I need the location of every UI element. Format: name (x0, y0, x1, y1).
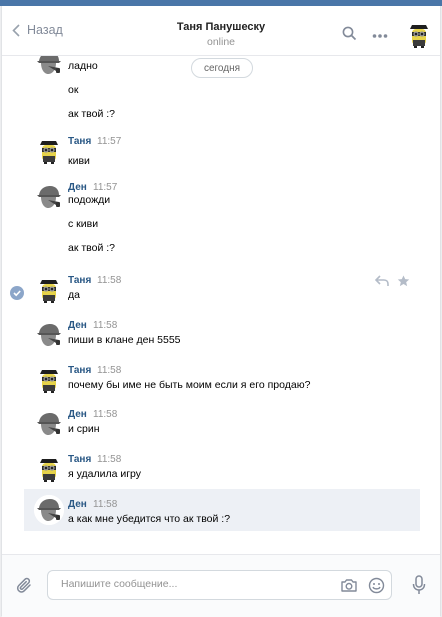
check-icon (13, 290, 21, 297)
message-text: подожди (68, 194, 111, 206)
message-time[interactable]: 11:58 (93, 499, 117, 510)
message[interactable]: ладно ок ак твой :? (24, 44, 420, 128)
smile-icon[interactable] (368, 577, 385, 597)
message-time[interactable]: 11:57 (97, 136, 121, 147)
message-highlighted[interactable]: Ден 11:58 а как мне убедится что ак твой… (24, 489, 420, 531)
day-separator: сегодня (191, 58, 253, 78)
message[interactable]: Ден 11:57 подожди с киви ак твой :? (24, 178, 420, 264)
avatar[interactable] (34, 365, 64, 395)
message[interactable]: Ден 11:58 пиши в клане ден 5555 (24, 316, 420, 356)
author-name[interactable]: Ден (68, 182, 87, 193)
message-text: киви (68, 155, 90, 167)
message-text: ак твой :? (68, 108, 115, 120)
avatar[interactable] (34, 136, 64, 166)
message-text: я удалила игру (68, 468, 142, 480)
camera-icon[interactable] (340, 578, 358, 596)
message-input-box[interactable] (47, 570, 392, 600)
more-icon[interactable] (372, 30, 388, 42)
message-text: ок (68, 84, 79, 96)
author-name[interactable]: Таня (68, 275, 91, 286)
message-input[interactable] (59, 577, 333, 591)
message-text: с киви (68, 218, 99, 230)
message[interactable]: Таня 11:58 почему бы име не быть моим ес… (24, 361, 420, 401)
message-text: да (68, 289, 80, 301)
author-name[interactable]: Ден (68, 499, 87, 510)
message-text: почему бы име не быть моим если я его пр… (68, 379, 311, 391)
composer (2, 554, 440, 617)
avatar[interactable] (34, 454, 64, 484)
message-time[interactable]: 11:58 (97, 275, 121, 286)
message-time[interactable]: 11:58 (97, 365, 121, 376)
avatar[interactable] (34, 495, 64, 525)
author-name[interactable]: Таня (68, 365, 91, 376)
search-icon[interactable] (342, 26, 357, 44)
message-text: пиши в клане ден 5555 (68, 334, 181, 346)
microphone-icon[interactable] (412, 575, 426, 598)
message-time[interactable]: 11:58 (93, 320, 117, 331)
message-time[interactable]: 11:58 (93, 409, 117, 420)
message-history[interactable]: ладно ок ак твой :? Таня 11:57 киви Ден … (2, 6, 440, 552)
chat-panel: ладно ок ак твой :? Таня 11:57 киви Ден … (1, 6, 441, 617)
avatar[interactable] (34, 409, 64, 439)
message-text: и срин (68, 423, 100, 435)
message-text: ак твой :? (68, 242, 115, 254)
author-name[interactable]: Таня (68, 454, 91, 465)
message-text: ладно (68, 60, 98, 72)
message[interactable]: Таня 11:57 киви (24, 132, 420, 172)
star-icon[interactable] (397, 275, 410, 290)
message-time[interactable]: 11:58 (97, 454, 121, 465)
message-select-checkbox[interactable] (10, 286, 24, 300)
chat-header: Назад Таня Панушеску online (2, 6, 440, 56)
message-time[interactable]: 11:57 (93, 182, 117, 193)
author-name[interactable]: Таня (68, 136, 91, 147)
message-text: а как мне убедится что ак твой :? (68, 513, 231, 525)
message[interactable]: Таня 11:58 я удалила игру (24, 450, 420, 490)
avatar[interactable] (34, 182, 64, 212)
author-name[interactable]: Ден (68, 320, 87, 331)
header-avatar[interactable] (404, 20, 434, 53)
message[interactable]: Ден 11:58 и срин (24, 405, 420, 445)
author-name[interactable]: Ден (68, 409, 87, 420)
avatar[interactable] (34, 275, 64, 305)
avatar[interactable] (34, 320, 64, 350)
paperclip-icon[interactable] (16, 577, 34, 598)
message[interactable]: Таня 11:58 да (24, 271, 420, 309)
reply-icon[interactable] (374, 275, 389, 290)
